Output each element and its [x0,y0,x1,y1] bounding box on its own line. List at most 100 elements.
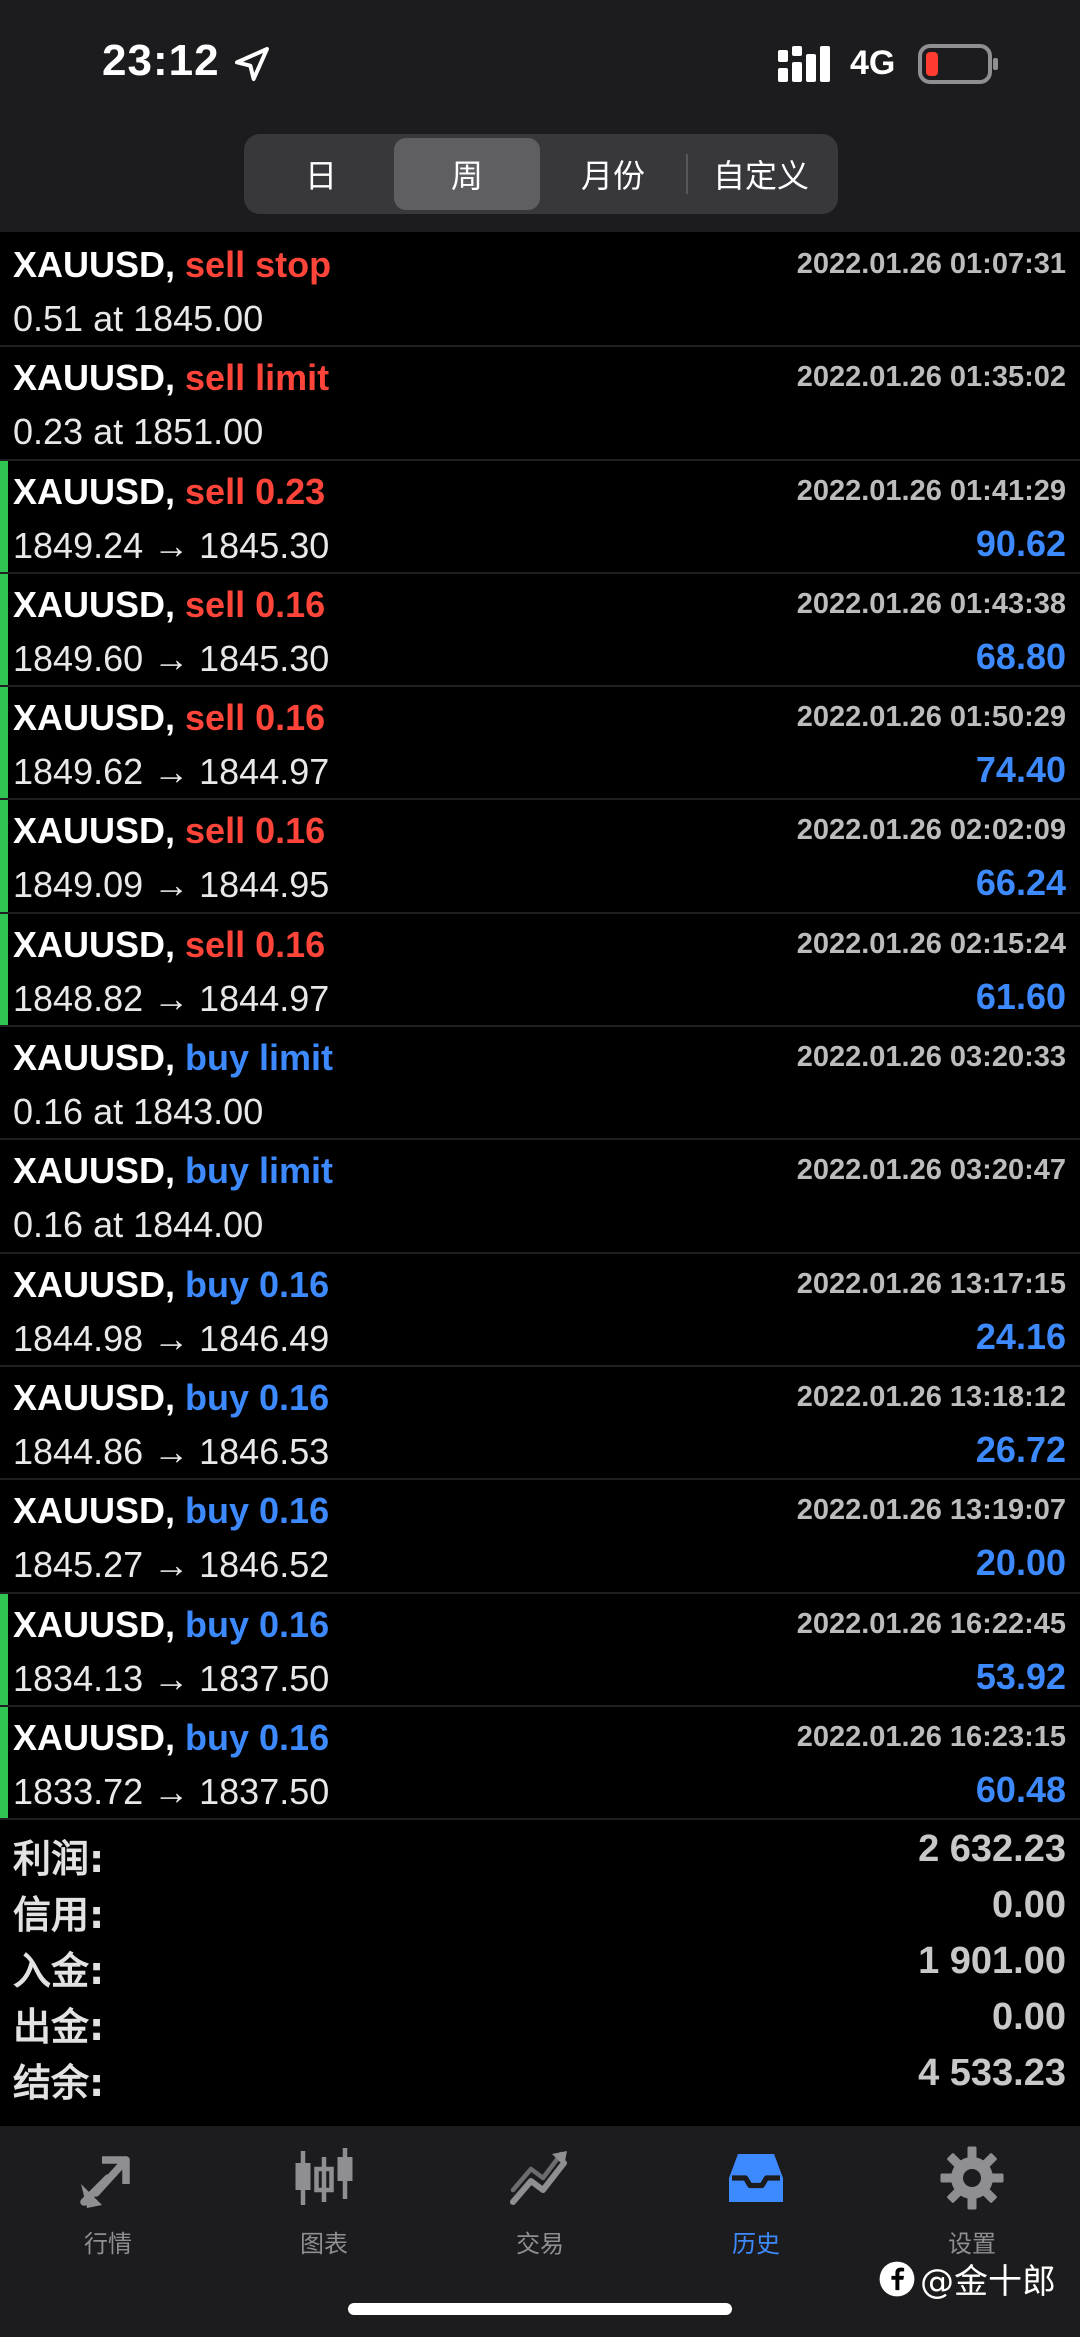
tab-settings[interactable]: 设置 [892,2142,1052,2272]
row-symbol-line: XAUUSD, buy 0.16 [13,1717,329,1759]
summary-label: 信用: [13,1893,105,1937]
row-time: 2022.01.26 01:07:31 [796,248,1066,280]
history-row[interactable]: XAUUSD, buy 0.16 1833.72 → 1837.50 2022.0… [0,1706,1080,1821]
row-symbol-line: XAUUSD, sell 0.16 [13,810,325,852]
row-detail: 0.51 at 1845.00 [13,298,264,339]
row-symbol: XAUUSD, [13,1037,176,1079]
history-row[interactable]: XAUUSD, sell limit 0.23 at 1851.00 2022.0… [0,347,1080,461]
row-time: 2022.01.26 13:17:15 [796,1267,1066,1300]
period-tab-day[interactable]: 日 [248,138,394,210]
row-symbol: XAUUSD, [13,1263,176,1305]
row-action: sell limit [185,357,330,399]
row-action: buy 0.16 [185,1263,330,1305]
row-symbol-line: XAUUSD, buy 0.16 [13,1377,329,1419]
row-action: sell 0.16 [185,697,326,739]
row-profit: 60.48 [975,1768,1066,1810]
row-profit: 24.16 [975,1315,1066,1357]
row-profit: 20.00 [975,1542,1066,1584]
source-watermark: @金十郎 [878,2254,1056,2303]
summary-value: 0.00 [992,1996,1066,2038]
tab-quotes[interactable]: 行情 [28,2142,188,2272]
tab-label: 图表 [300,2230,348,2258]
summary-row-deposit: 入金: 1 901.00 [0,1936,1080,1993]
row-action: sell 0.16 [185,923,326,965]
row-profit: 68.80 [975,635,1066,677]
tab-chart[interactable]: 图表 [244,2142,404,2272]
row-profit: 90.62 [975,522,1066,564]
tab-history[interactable]: 历史 [676,2142,836,2272]
history-row[interactable]: XAUUSD, buy limit 0.16 at 1844.00 2022.01… [0,1140,1080,1254]
row-action: buy 0.16 [185,1376,330,1418]
history-row[interactable]: XAUUSD, sell 0.16 1849.09 → 1844.95 2022.… [0,800,1080,914]
history-row[interactable]: XAUUSD, sell 0.23 1849.24 → 1845.30 2022.… [0,460,1080,574]
summary-value: 2 632.23 [918,1828,1066,1870]
row-symbol: XAUUSD, [13,697,176,739]
row-detail: 0.16 at 1843.00 [13,1091,264,1133]
row-detail: 1849.60 → 1845.30 [13,637,330,679]
row-symbol-line: XAUUSD, buy 0.16 [13,1490,329,1532]
history-inbox-icon [729,2154,783,2202]
period-tab-custom[interactable]: 自定义 [688,138,834,210]
history-row[interactable]: XAUUSD, sell 0.16 1849.62 → 1844.97 2022.… [0,687,1080,801]
period-tab-week[interactable]: 周 [394,138,540,210]
row-detail: 0.23 at 1851.00 [13,411,264,453]
history-row[interactable]: XAUUSD, sell stop 0.51 at 1845.00 2022.01… [0,234,1080,348]
summary-value: 1 901.00 [918,1940,1066,1982]
row-detail: 1849.24 → 1845.30 [13,524,330,566]
row-symbol: XAUUSD, [13,1716,176,1758]
network-type: 4G [850,44,896,82]
row-detail: 1833.72 → 1837.50 [13,1770,330,1812]
history-row[interactable]: XAUUSD, buy 0.16 1844.98 → 1846.49 2022.0… [0,1254,1080,1367]
row-time: 2022.01.26 03:20:47 [796,1154,1066,1187]
history-row[interactable]: XAUUSD, sell 0.16 1849.60 → 1845.30 2022.… [0,573,1080,688]
row-time: 2022.01.26 16:23:15 [796,1720,1066,1753]
row-symbol-line: XAUUSD, sell 0.16 [13,584,325,626]
cellular-signal-icon [778,46,830,82]
quotes-icon [80,2156,130,2208]
row-time: 2022.01.26 02:02:09 [796,814,1066,847]
row-symbol-line: XAUUSD, buy limit [13,1037,333,1079]
row-action: sell stop [185,244,332,285]
tab-trade[interactable]: 交易 [460,2142,620,2272]
row-symbol: XAUUSD, [13,1603,176,1645]
row-time: 2022.01.26 01:41:29 [796,474,1066,507]
row-symbol: XAUUSD, [13,357,176,399]
summary-row-balance: 结余: 4 533.23 [0,2048,1080,2105]
summary-label: 出金: [13,2005,105,2049]
row-symbol: XAUUSD, [13,244,176,285]
battery-low-icon [918,44,998,84]
history-row[interactable]: XAUUSD, buy 0.16 1845.27 → 1846.52 2022.0… [0,1480,1080,1594]
summary-label: 利润: [13,1837,105,1881]
account-summary: 利润: 2 632.23 信用: 0.00 入金: 1 901.00 出金: 0… [0,1824,1080,2105]
row-action: buy 0.16 [185,1490,330,1532]
watermark-logo-icon [879,2261,915,2296]
row-symbol: XAUUSD, [13,1490,176,1532]
row-profit: 74.40 [975,749,1066,791]
settings-gear-icon [940,2146,1004,2210]
row-action: buy 0.16 [185,1603,330,1645]
history-row[interactable]: XAUUSD, sell 0.16 1848.82 → 1844.97 2022.… [0,913,1080,1028]
row-time: 2022.01.26 16:22:45 [796,1607,1066,1640]
row-detail: 1845.27 → 1846.52 [13,1544,330,1586]
summary-label: 入金: [13,1949,105,1993]
history-row[interactable]: XAUUSD, buy 0.16 1834.13 → 1837.50 2022.0… [0,1593,1080,1707]
period-tab-month[interactable]: 月份 [540,138,686,210]
row-detail: 1848.82 → 1844.97 [13,977,330,1019]
header-area: 23:12 4G 日 周 月份 自定义 [0,0,1080,232]
row-profit: 26.72 [975,1428,1066,1470]
history-row[interactable]: XAUUSD, buy limit 0.16 at 1843.00 2022.01… [0,1027,1080,1141]
row-detail: 1844.98 → 1846.49 [13,1317,330,1359]
summary-row-profit: 利润: 2 632.23 [0,1824,1080,1881]
row-time: 2022.01.26 01:50:29 [796,701,1066,734]
row-detail: 1834.13 → 1837.50 [13,1657,330,1699]
row-time: 2022.01.26 13:18:12 [796,1380,1066,1413]
row-time: 2022.01.26 13:19:07 [796,1494,1066,1527]
row-action: buy 0.16 [185,1716,330,1758]
row-time: 2022.01.26 03:20:33 [796,1041,1066,1074]
period-segmented-control: 日 周 月份 自定义 [244,134,838,214]
tab-label: 历史 [732,2230,780,2258]
row-symbol: XAUUSD, [13,470,176,512]
row-time: 2022.01.26 01:43:38 [796,587,1066,620]
watermark-text: @金十郎 [920,2262,1056,2302]
history-row[interactable]: XAUUSD, buy 0.16 1844.86 → 1846.53 2022.0… [0,1367,1080,1481]
